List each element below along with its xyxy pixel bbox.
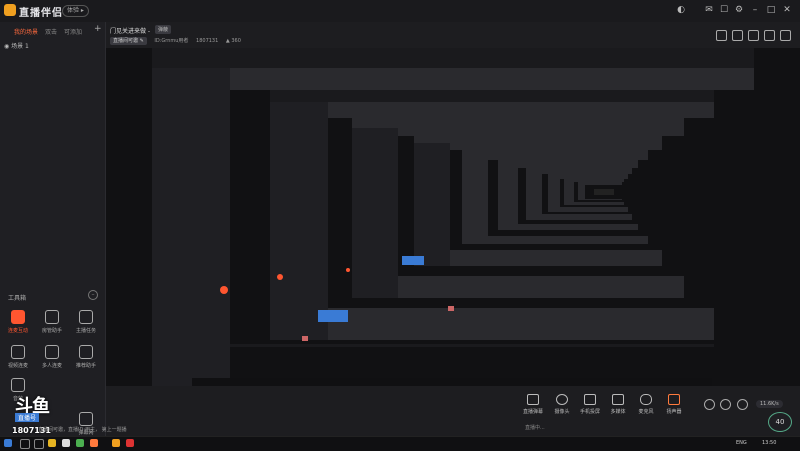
tab-addable[interactable]: 可添加 [64,27,82,36]
phone-cast-button[interactable]: 手机投屏 [577,394,603,415]
phone-cast-icon [584,394,596,405]
scene-item[interactable]: ◉ 场景 1 [4,41,29,50]
link-mic-icon [11,310,25,324]
version-pill[interactable]: 体验 ▸ [62,5,89,17]
room-title[interactable]: 门见关进来做 - [110,26,150,35]
recommend-icon [79,345,93,359]
mail-icon[interactable]: ✉ [704,5,714,15]
performance-badge[interactable]: 40 [768,412,792,432]
gear-icon[interactable] [737,399,748,410]
tools-title: 工具箱 [8,295,27,302]
speaker-icon [668,394,680,405]
app-logo-icon [4,4,16,16]
stream-preview[interactable] [106,48,800,386]
speaker-button[interactable]: 扬声器 [661,394,687,415]
danmaku-icon [527,394,539,405]
add-scene-button[interactable]: + [94,24,102,34]
media-icon [612,394,624,405]
tab-double[interactable]: 双击 [45,27,57,36]
room-subinfo: 直播间可邀 ✎ ID:Grnmu用者 1807131 ▲ 360 [110,37,247,45]
record-icon[interactable] [748,30,759,41]
video-link-icon [11,345,25,359]
upload-speed: 11.6K/s [756,400,783,408]
user-avatar-icon[interactable]: ◐ [676,5,686,15]
sound-icon [11,378,25,392]
maximize-icon[interactable]: □ [766,5,776,15]
room-edit-pill[interactable]: 直播间可邀 ✎ [110,37,147,45]
danmaku-button[interactable]: 直播弹幕 [520,394,546,415]
layout-icon[interactable] [716,30,727,41]
mic-button[interactable]: 麦克风 [633,394,659,415]
clock-icon[interactable] [720,399,731,410]
room-id: 1807131 [196,38,219,44]
tab-my-scenes[interactable]: 我的场景 [14,27,38,36]
tool-link-mic[interactable]: 连麦互动 [2,310,34,334]
recursive-preview-tunnel [152,48,754,386]
multi-mic-icon [45,345,59,359]
room-tag[interactable]: 弹蔽 [155,25,172,34]
home-icon[interactable] [764,30,775,41]
tool-multi-mic[interactable]: 多人连麦 [36,345,68,369]
admin-icon [45,310,59,324]
recorder-icon[interactable] [126,439,134,447]
tool-task[interactable]: 主播任务 [70,310,102,334]
media-button[interactable]: 多媒体 [605,394,631,415]
chat-icon[interactable]: ☐ [719,5,729,15]
browser-icon[interactable] [62,439,70,447]
mic-icon [640,394,652,405]
room-user: ID:Grnmu用者 [154,38,189,44]
explorer-icon[interactable] [48,439,56,447]
app-name: 直播伴侣 [19,8,63,19]
room-fans: ▲ 360 [225,38,241,44]
camera-button[interactable]: 摄像头 [549,394,575,415]
tool-video-link[interactable]: 视频连麦 [2,345,34,369]
clock[interactable]: 13:50 [762,440,776,446]
windows-taskbar [0,436,800,451]
danmu-icon [79,412,93,426]
live-status: 直播中... [525,425,545,431]
input-language[interactable]: ENG [736,440,747,446]
lock-icon[interactable] [732,30,743,41]
share-icon[interactable] [780,30,791,41]
watermark-notice: 直播间可邀，直播ID:用主， 第上一题播 [38,427,127,433]
record-toggle-icon[interactable] [704,399,715,410]
settings-icon[interactable]: ⚙ [734,5,744,15]
live-companion-icon[interactable] [112,439,120,447]
task-icon [79,310,93,324]
taskview-icon[interactable] [34,439,44,449]
watermark-tag: 直播号 [15,413,40,422]
search-icon[interactable] [20,439,30,449]
collapse-icon[interactable]: – [88,290,98,300]
left-panel [0,22,106,436]
tool-recommend[interactable]: 推荐助手 [70,345,102,369]
tool-admin[interactable]: 房管助手 [36,310,68,334]
minimize-icon[interactable]: – [750,5,760,15]
close-icon[interactable]: ✕ [782,5,792,15]
douyu-app-icon[interactable] [90,439,98,447]
camera-icon [556,394,568,405]
app-icon[interactable] [76,439,84,447]
windows-start-icon[interactable] [4,439,12,447]
